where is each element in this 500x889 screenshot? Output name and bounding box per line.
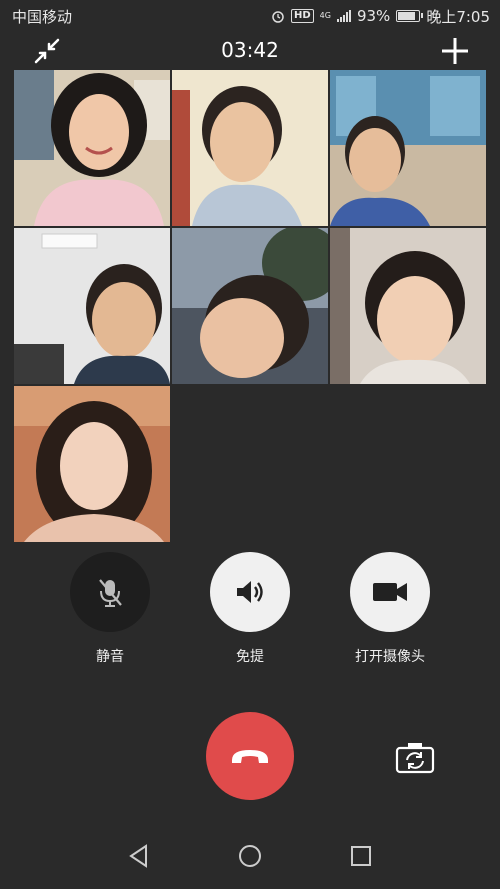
camera-button[interactable]: [350, 552, 430, 632]
status-icons: HD 4G 93% 晚上7:05: [271, 6, 490, 27]
add-participant-icon[interactable]: [440, 36, 470, 66]
battery-icon: [396, 10, 424, 22]
home-circle-icon[interactable]: [235, 841, 265, 871]
mute-button[interactable]: [70, 552, 150, 632]
participant-video-6[interactable]: [330, 228, 486, 384]
call-controls: 静音 免提 打开摄像头: [0, 552, 500, 672]
participant-video-7[interactable]: [14, 386, 170, 542]
video-grid: [14, 70, 486, 542]
hang-up-button[interactable]: [206, 712, 294, 800]
clock: 晚上7:05: [426, 7, 490, 26]
mute-label: 静音: [96, 649, 124, 665]
mic-off-icon: [99, 579, 122, 607]
speaker-control: 免提: [190, 552, 310, 666]
speaker-label: 免提: [236, 649, 264, 665]
camera-control: 打开摄像头: [330, 552, 450, 666]
battery-percent: 93%: [356, 7, 391, 25]
alarm-icon: [272, 11, 284, 23]
carrier-name: 中国移动: [12, 7, 73, 26]
participant-video-1[interactable]: [14, 70, 170, 226]
network-type: 4G: [319, 11, 331, 20]
hd-badge: HD: [291, 9, 314, 23]
speaker-button[interactable]: [210, 552, 290, 632]
camera-label: 打开摄像头: [355, 649, 425, 665]
recents-square-icon[interactable]: [346, 841, 376, 871]
speaker-icon: [237, 581, 263, 603]
mute-control: 静音: [50, 552, 170, 666]
participant-video-2[interactable]: [172, 70, 328, 226]
call-header: 03:42: [0, 32, 500, 70]
participant-video-3[interactable]: [330, 70, 486, 226]
status-bar: 中国移动 HD 4G 93% 晚上7:05: [0, 0, 500, 32]
signal-icon: [336, 10, 351, 22]
hang-up-icon: [232, 750, 268, 763]
video-camera-icon: [373, 583, 407, 601]
system-nav-bar: [0, 823, 500, 889]
back-triangle-icon[interactable]: [124, 841, 154, 871]
participant-video-5[interactable]: [172, 228, 328, 384]
switch-camera-icon[interactable]: [395, 740, 435, 774]
call-timer: 03:42: [221, 38, 279, 62]
participant-video-4[interactable]: [14, 228, 170, 384]
